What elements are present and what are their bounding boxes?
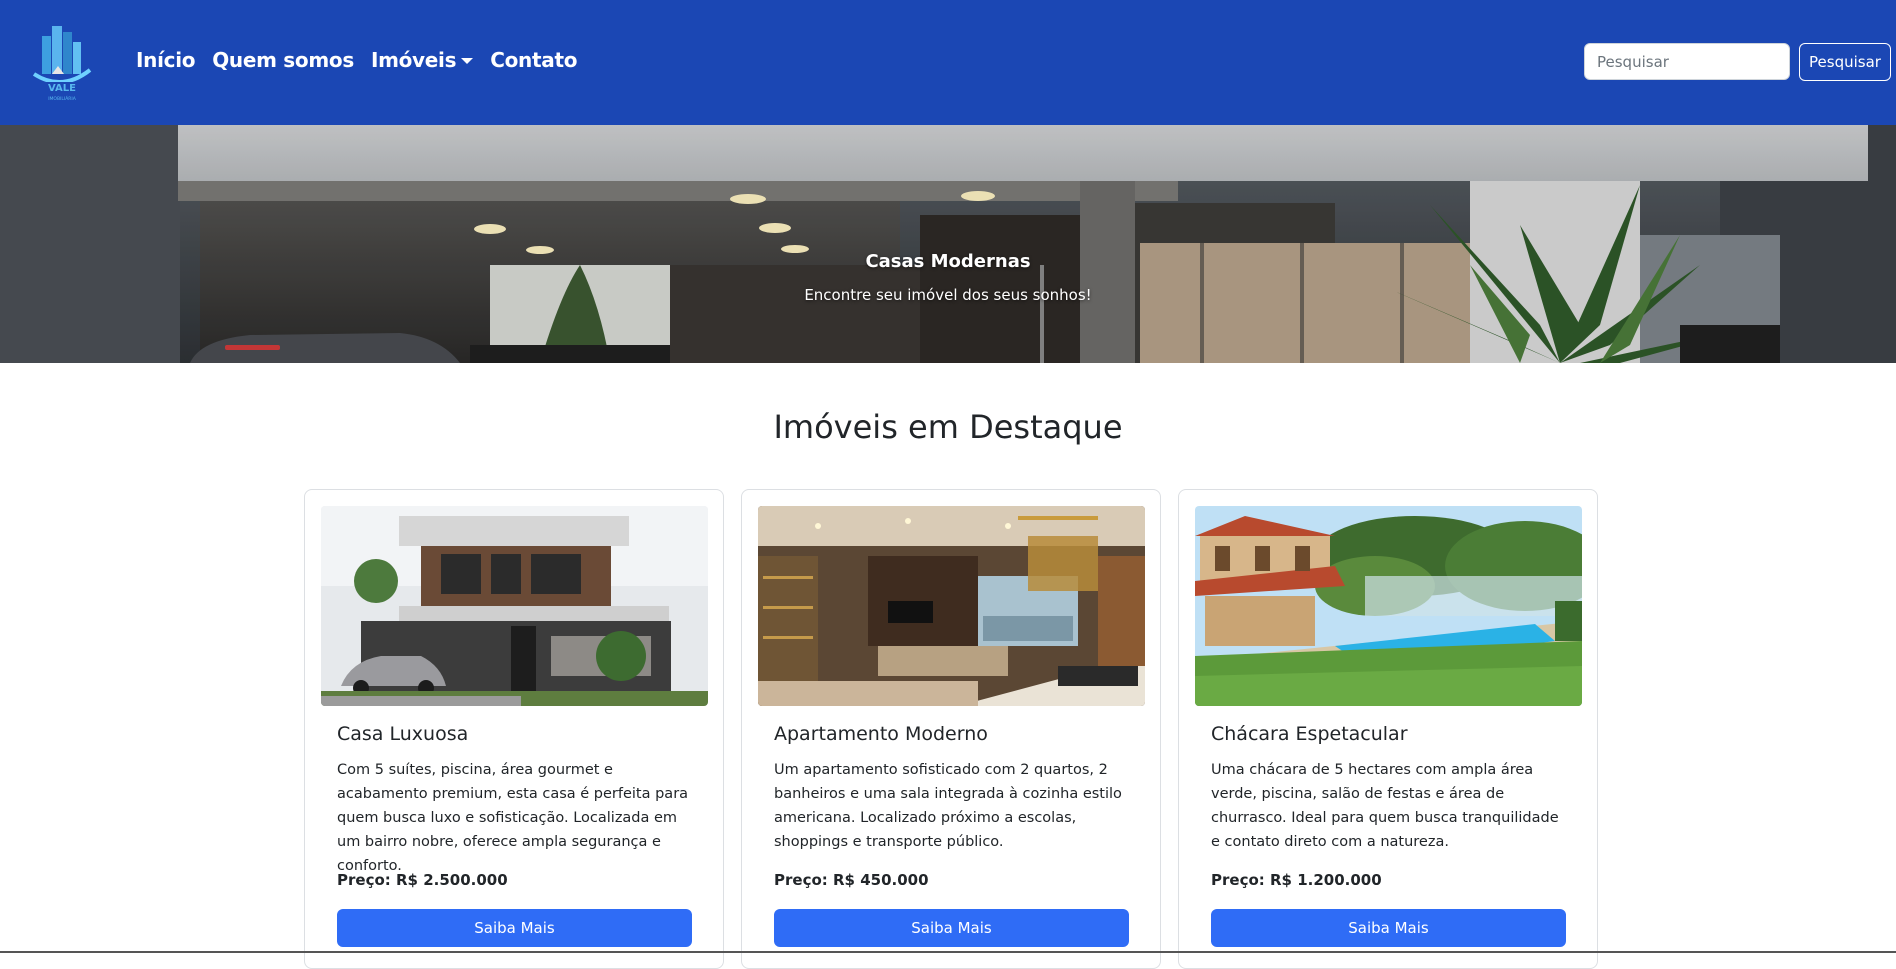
nav-link-label: Quem somos: [212, 48, 354, 72]
property-title: Apartamento Moderno: [774, 723, 988, 745]
saiba-mais-label: Saiba Mais: [1348, 919, 1429, 937]
svg-text:VALE: VALE: [48, 83, 76, 94]
saiba-mais-button[interactable]: Saiba Mais: [774, 909, 1129, 947]
hero-title: Casas Modernas: [865, 251, 1031, 272]
property-card: Apartamento Moderno Um apartamento sofis…: [741, 489, 1161, 969]
nav-link-quem-somos[interactable]: Quem somos: [212, 48, 354, 72]
property-image: [321, 506, 708, 706]
property-price: Preço: R$ 1.200.000: [1211, 871, 1382, 889]
saiba-mais-label: Saiba Mais: [474, 919, 555, 937]
hero-carousel: Casas Modernas Encontre seu imóvel dos s…: [0, 125, 1896, 363]
property-image: [1195, 506, 1582, 706]
section-title: Imóveis em Destaque: [773, 408, 1123, 446]
property-description: Uma chácara de 5 hectares com ampla área…: [1211, 762, 1559, 850]
property-card: Casa Luxuosa Com 5 suítes, piscina, área…: [304, 489, 724, 969]
saiba-mais-button[interactable]: Saiba Mais: [1211, 909, 1566, 947]
search-button-label: Pesquisar: [1809, 53, 1881, 71]
search-button[interactable]: Pesquisar: [1799, 43, 1891, 81]
saiba-mais-label: Saiba Mais: [911, 919, 992, 937]
saiba-mais-button[interactable]: Saiba Mais: [337, 909, 692, 947]
caret-down-icon: [461, 58, 474, 64]
nav-link-label: Contato: [490, 48, 578, 72]
property-title: Casa Luxuosa: [337, 723, 469, 745]
search-input[interactable]: [1584, 43, 1790, 80]
hero-subtitle: Encontre seu imóvel dos seus sonhos!: [804, 286, 1092, 304]
nav-link-contato[interactable]: Contato: [490, 48, 577, 72]
property-image: [758, 506, 1145, 706]
nav-link-label: Início: [136, 48, 196, 72]
nav-link-inicio[interactable]: Início: [136, 48, 195, 72]
svg-text:IMOBILIÁRIA: IMOBILIÁRIA: [48, 95, 77, 102]
hero-image: [0, 125, 1896, 363]
navbar: VALE IMOBILIÁRIA Início Quem somos Imóve…: [0, 0, 1896, 125]
nav-link-label: Imóveis: [370, 48, 457, 72]
property-price: Preço: R$ 2.500.000: [337, 871, 508, 889]
nav-dropdown-imoveis[interactable]: Imóveis: [370, 48, 474, 72]
logo[interactable]: VALE IMOBILIÁRIA: [30, 22, 94, 102]
nav-links: Início Quem somos Imóveis Contato: [136, 48, 594, 72]
property-card: Chácara Espetacular Uma chácara de 5 hec…: [1178, 489, 1598, 969]
property-description: Com 5 suítes, piscina, área gourmet e ac…: [337, 762, 689, 874]
property-description: Um apartamento sofisticado com 2 quartos…: [774, 762, 1122, 850]
property-price: Preço: R$ 450.000: [774, 871, 929, 889]
property-title: Chácara Espetacular: [1211, 723, 1408, 745]
